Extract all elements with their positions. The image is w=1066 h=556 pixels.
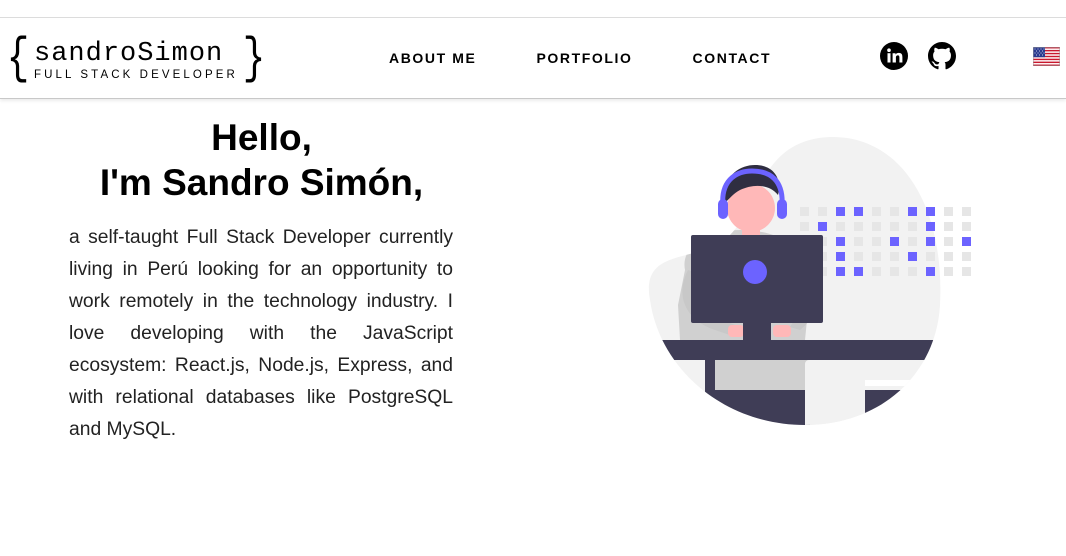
logo[interactable]: { sandroSimon FULL STACK DEVELOPER } xyxy=(3,34,269,86)
hero-title: Hello, I'm Sandro Simón, xyxy=(60,115,463,205)
github-icon[interactable] xyxy=(928,42,956,70)
nav-about-me[interactable]: ABOUT ME xyxy=(389,50,476,66)
hero-name: I'm Sandro Simón, xyxy=(99,162,424,203)
laptop-logo xyxy=(743,260,767,284)
logo-name: sandroSimon xyxy=(34,38,224,69)
nav-contact[interactable]: CONTACT xyxy=(693,50,772,66)
logo-close-brace: } xyxy=(242,31,266,88)
logo-open-brace: { xyxy=(6,31,30,88)
logo-subtitle: FULL STACK DEVELOPER xyxy=(34,68,238,81)
hero-greeting: Hello, xyxy=(211,117,312,158)
navbar: { sandroSimon FULL STACK DEVELOPER } ABO… xyxy=(0,18,1066,99)
nav-portfolio[interactable]: PORTFOLIO xyxy=(536,50,632,66)
us-flag-icon[interactable] xyxy=(1033,47,1060,66)
developer-illustration xyxy=(648,136,971,425)
hero-description: a self-taught Full Stack Developer curre… xyxy=(69,227,453,440)
logo-text: sandroSimon FULL STACK DEVELOPER xyxy=(34,40,238,81)
main-nav: ABOUT ME PORTFOLIO CONTACT xyxy=(389,50,831,66)
linkedin-icon[interactable] xyxy=(880,42,908,70)
